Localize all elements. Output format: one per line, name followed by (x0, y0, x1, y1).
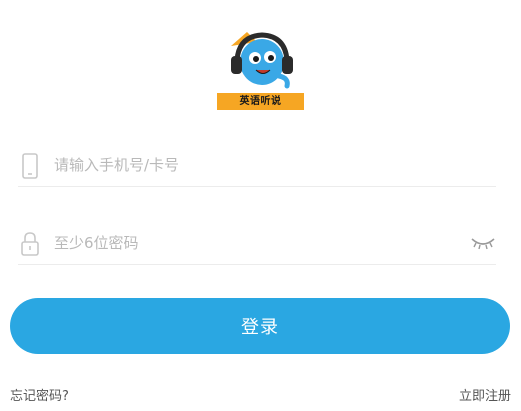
phone-input[interactable] (54, 153, 454, 177)
app-logo: 英语听说 (217, 26, 304, 110)
password-input[interactable] (54, 231, 454, 255)
logo-text: 英语听说 (217, 93, 304, 110)
register-link[interactable]: 立即注册 (459, 385, 511, 404)
mascot-headphones-icon (231, 32, 293, 89)
phone-icon (20, 153, 40, 179)
phone-field[interactable] (18, 147, 496, 187)
phone-field-divider (18, 186, 496, 187)
login-button[interactable]: 登录 (10, 298, 510, 354)
password-field[interactable] (18, 225, 496, 265)
lock-icon (20, 231, 40, 257)
eye-closed-icon[interactable] (470, 235, 496, 251)
password-field-divider (18, 264, 496, 265)
forgot-password-link[interactable]: 忘记密码? (10, 385, 69, 404)
